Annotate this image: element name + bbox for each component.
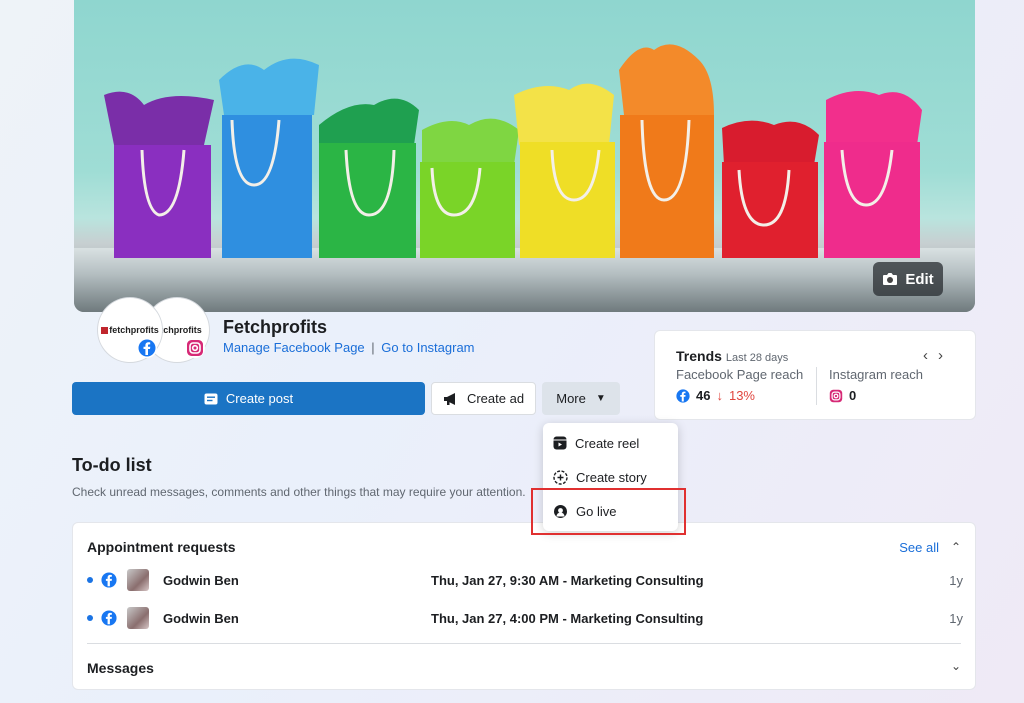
instagram-reach-number: 0 <box>849 388 857 403</box>
unread-dot-icon <box>87 577 93 583</box>
avatar-logo-text: fetchprofits <box>109 325 159 335</box>
link-separator: | <box>371 340 375 355</box>
todo-card: Appointment requests See all ⌃ Godwin Be… <box>72 522 976 690</box>
more-button[interactable]: More ▼ <box>542 382 620 415</box>
page-links: Manage Facebook Page | Go to Instagram <box>223 340 475 355</box>
menu-item-label: Create story <box>576 469 647 485</box>
chevron-left-icon[interactable]: ‹ <box>923 347 938 364</box>
messages-title[interactable]: Messages <box>87 660 154 676</box>
todo-subtitle: Check unread messages, comments and othe… <box>72 485 526 499</box>
chevron-right-icon[interactable]: › <box>938 347 953 364</box>
appointment-detail: Thu, Jan 27, 4:00 PM - Marketing Consult… <box>431 610 704 626</box>
create-post-button[interactable]: Create post <box>72 382 425 415</box>
more-label: More <box>556 391 586 406</box>
trends-card: Trends Last 28 days ‹› Facebook Page reac… <box>654 330 976 420</box>
create-ad-label: Create ad <box>466 391 525 406</box>
brand-mark-icon <box>101 326 109 334</box>
request-age: 1y <box>949 610 963 626</box>
trends-period: Last 28 days <box>725 352 789 364</box>
caret-down-icon: ▼ <box>595 393 606 404</box>
chevron-down-icon[interactable]: ⌄ <box>951 659 961 673</box>
appointment-detail: Thu, Jan 27, 9:30 AM - Marketing Consult… <box>431 572 704 588</box>
chevron-up-icon[interactable]: ⌃ <box>951 540 961 554</box>
facebook-reach-change: 13% <box>728 388 755 403</box>
request-age: 1y <box>949 572 963 588</box>
edit-cover-label: Edit <box>905 270 934 288</box>
avatar <box>127 607 149 629</box>
trends-title: Trends Last 28 days <box>676 348 788 364</box>
section-divider <box>87 643 961 644</box>
create-ad-button[interactable]: Create ad <box>431 382 536 415</box>
todo-title: To-do list <box>72 455 152 475</box>
appointment-requests-title: Appointment requests <box>87 539 236 555</box>
post-icon <box>204 393 218 404</box>
menu-item-label: Create reel <box>575 435 640 451</box>
instagram-icon <box>829 389 843 402</box>
facebook-icon <box>676 388 690 403</box>
page-title: Fetchprofits <box>223 317 328 337</box>
facebook-reach-value: 46 ↓ 13% <box>676 388 755 403</box>
requester-name: Godwin Ben <box>163 572 239 588</box>
go-live-highlight-box <box>531 488 686 535</box>
instagram-reach-label: Instagram reach <box>829 367 923 382</box>
table-row[interactable]: Godwin Ben Thu, Jan 27, 4:00 PM - Market… <box>87 606 963 630</box>
trends-divider <box>816 367 817 405</box>
megaphone-icon <box>443 392 455 405</box>
create-post-label: Create post <box>225 391 294 406</box>
menu-item-create-story[interactable]: Create story <box>553 465 647 489</box>
facebook-reach-label: Facebook Page reach <box>676 367 804 382</box>
reel-icon <box>553 436 567 450</box>
facebook-reach-number: 46 <box>696 388 711 403</box>
arrow-down-icon: ↓ <box>716 388 723 403</box>
trends-nav: ‹› <box>923 347 953 364</box>
unread-dot-icon <box>87 615 93 621</box>
facebook-badge-icon <box>137 338 157 358</box>
story-plus-icon <box>553 469 568 485</box>
table-row[interactable]: Godwin Ben Thu, Jan 27, 9:30 AM - Market… <box>87 568 963 592</box>
camera-icon <box>883 273 898 285</box>
edit-cover-button[interactable]: Edit <box>873 262 943 296</box>
facebook-icon <box>101 610 117 626</box>
instagram-reach-value: 0 <box>829 388 856 403</box>
trends-title-text: Trends <box>676 348 722 364</box>
see-all-link[interactable]: See all <box>899 540 939 555</box>
cover-photo: Edit <box>74 0 975 312</box>
manage-facebook-page-link[interactable]: Manage Facebook Page <box>223 340 365 355</box>
shopping-bags-illustration <box>104 44 922 258</box>
menu-item-create-reel[interactable]: Create reel <box>553 431 639 455</box>
facebook-icon <box>101 572 117 588</box>
go-to-instagram-link[interactable]: Go to Instagram <box>381 340 474 355</box>
instagram-badge-icon <box>185 338 205 358</box>
requester-name: Godwin Ben <box>163 610 239 626</box>
avatar <box>127 569 149 591</box>
